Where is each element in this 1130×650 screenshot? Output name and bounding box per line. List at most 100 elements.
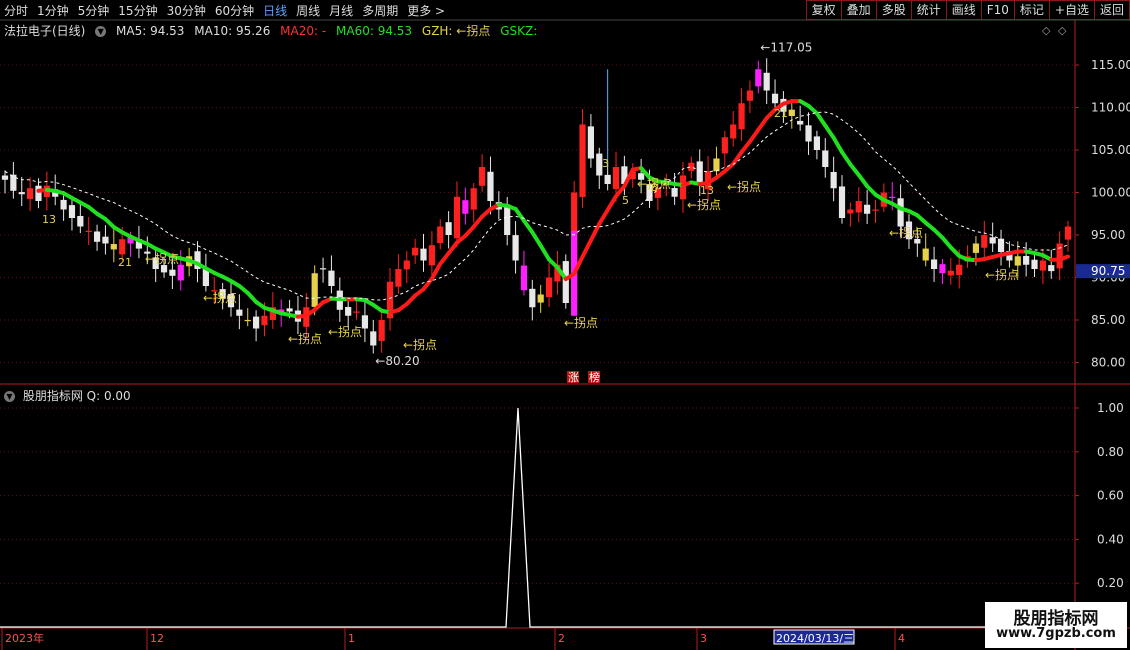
ma-trend-segment xyxy=(580,238,593,259)
ma-trend-segment xyxy=(739,139,752,155)
candle-body xyxy=(855,201,862,213)
ma-trend-segment xyxy=(731,150,744,166)
candle-body xyxy=(612,167,620,190)
ma-trend-segment xyxy=(446,240,459,256)
candle-body xyxy=(897,198,904,227)
candle-body xyxy=(27,188,34,199)
candle-body xyxy=(788,109,795,116)
candle-body xyxy=(1056,243,1063,269)
candle-body xyxy=(487,171,494,201)
candle-body xyxy=(579,124,586,197)
candle-body xyxy=(838,186,846,218)
candle-body xyxy=(378,320,385,341)
candle-body xyxy=(755,69,762,87)
indicator-tick-label: 0.80 xyxy=(1097,445,1124,459)
candle-body xyxy=(930,259,938,269)
candle-body xyxy=(504,204,511,235)
time-tick-label: 3 xyxy=(700,632,707,645)
turn-point-label: ←拐点 xyxy=(403,337,437,352)
candle-body xyxy=(236,309,243,316)
candle-body xyxy=(889,196,896,198)
ma-trend-segment xyxy=(814,111,828,128)
ma-trend-segment xyxy=(513,206,526,223)
count-label: 5 xyxy=(622,194,629,207)
kline-chart[interactable]: 115.00110.00105.00100.0095.0090.0085.008… xyxy=(0,0,1130,650)
candle-body xyxy=(478,167,486,186)
candle-body xyxy=(361,315,369,329)
price-tick-label: 105.00 xyxy=(1091,143,1130,157)
ma-trend-segment xyxy=(756,116,769,132)
cursor-date-label: 2024/03/13/三 xyxy=(776,632,854,645)
count-label: 21 xyxy=(774,107,788,120)
candle-body xyxy=(319,268,327,270)
candle-body xyxy=(85,230,92,232)
candle-body xyxy=(1039,260,1046,271)
candle-body xyxy=(830,171,837,189)
candle-body xyxy=(77,215,84,227)
candle-body xyxy=(453,196,461,239)
candle-body xyxy=(696,161,703,184)
candle-body xyxy=(763,72,770,91)
ma-trend-segment xyxy=(856,172,870,189)
candle-body xyxy=(345,306,352,316)
candle-body xyxy=(110,244,117,250)
candle-body xyxy=(470,188,477,210)
candle-body xyxy=(253,316,260,329)
indicator-line xyxy=(0,407,1075,628)
turn-point-label: ←拐点 xyxy=(889,225,923,240)
candle-body xyxy=(587,126,595,159)
candle-body xyxy=(730,124,737,139)
candle-body xyxy=(738,103,745,130)
price-tick-label: 80.00 xyxy=(1091,356,1125,370)
candle-body xyxy=(771,93,779,104)
count-label: 21 xyxy=(118,256,132,269)
ma-trend-segment xyxy=(605,194,619,213)
price-tick-label: 115.00 xyxy=(1091,58,1130,72)
candle-body xyxy=(370,331,377,346)
candle-body xyxy=(520,265,528,291)
turn-point-label: ←拐点 xyxy=(328,324,362,339)
candle-body xyxy=(1048,265,1055,272)
candle-body xyxy=(244,319,251,322)
candle-body xyxy=(562,261,569,303)
candle-body xyxy=(169,269,176,276)
turn-point-label: ←拐点 xyxy=(727,179,761,194)
ranking-badge: 榜 xyxy=(589,370,600,384)
candle-body xyxy=(311,273,318,307)
candle-body xyxy=(102,236,109,244)
turn-point-label: ←拐点 xyxy=(203,290,237,305)
indicator-tick-label: 0.20 xyxy=(1097,576,1124,590)
ma-trend-segment xyxy=(429,261,443,281)
candle-body xyxy=(529,288,536,308)
candle-body xyxy=(797,120,804,125)
limit-up-badge: 涨 xyxy=(568,371,579,384)
candle-body xyxy=(177,264,184,281)
ma-trend-segment xyxy=(530,230,543,248)
candle-body xyxy=(972,243,980,253)
indicator-tick-label: 0.40 xyxy=(1097,532,1124,546)
candle-body xyxy=(428,245,435,266)
candle-body xyxy=(805,125,812,142)
indicator-tick-label: 0.60 xyxy=(1097,489,1124,503)
ma-trend-segment xyxy=(747,127,761,144)
candle-body xyxy=(981,235,988,248)
ma-trend-segment xyxy=(421,276,434,292)
turn-point-label: ←拐点 xyxy=(687,197,721,212)
turn-point-label: ←拐点 xyxy=(985,267,1019,282)
candle-body xyxy=(261,315,268,326)
candle-body xyxy=(403,260,410,270)
candle-body xyxy=(537,294,544,303)
diamond-icon: ◇ xyxy=(1058,24,1067,37)
price-tick-label: 85.00 xyxy=(1091,313,1125,327)
time-tick-label: 1 xyxy=(348,632,355,645)
turn-point-label: ←拐点 xyxy=(564,315,598,330)
candle-body xyxy=(679,175,687,200)
candle-body xyxy=(947,270,954,276)
candle-body xyxy=(437,226,444,244)
ma-trend-segment xyxy=(597,208,610,226)
count-label: 13 xyxy=(42,213,56,226)
candle-body xyxy=(35,185,42,201)
candle-body xyxy=(68,205,76,218)
candle-body xyxy=(119,239,126,255)
candle-body xyxy=(1014,256,1021,266)
